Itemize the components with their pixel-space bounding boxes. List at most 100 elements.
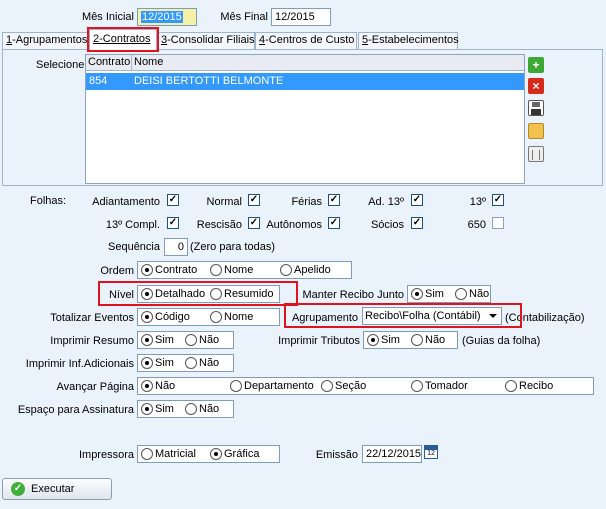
ordem-apelido-radio[interactable]: Apelido (280, 264, 331, 278)
autonomos-checkbox[interactable]: ✓ (328, 217, 340, 229)
totalizar-radio-group: Código Nome (137, 308, 280, 326)
ordem-nome-radio[interactable]: Nome (210, 264, 253, 278)
manter-recibo-nao-radio[interactable]: Não (455, 288, 489, 302)
avancar-secao-radio[interactable]: Seção (321, 380, 366, 394)
ordem-label: Ordem (100, 265, 134, 277)
row-contrato: 854 (89, 75, 108, 87)
folha-label: Rescisão (196, 219, 242, 231)
totalizar-codigo-radio[interactable]: Código (141, 311, 190, 325)
contratos-grid[interactable]: Contrato Nome 854 DEISI BERTOTTI BELMONT… (85, 54, 525, 184)
rescisao-checkbox[interactable]: ✓ (248, 217, 260, 229)
folder-open-icon[interactable] (528, 123, 544, 139)
avancar-departamento-radio[interactable]: Departamento (230, 380, 314, 394)
adiantamento-checkbox[interactable]: ✓ (167, 194, 179, 206)
add-icon[interactable]: + (528, 57, 544, 73)
executar-button[interactable]: ✓ Executar (2, 478, 112, 500)
save-icon[interactable] (528, 100, 544, 116)
radio-dot (280, 264, 292, 276)
imprimir-tributos-radio-group: Sim Não (363, 331, 458, 349)
mes-inicial-value: 12/2015 (141, 11, 183, 23)
tab-agrupamentos[interactable]: 1-Agrupamentos (2, 32, 88, 49)
socios-checkbox[interactable]: ✓ (411, 217, 423, 229)
espaco-label: Espaço para Assinatura (17, 404, 134, 416)
decimo-compl-checkbox[interactable]: ✓ (167, 217, 179, 229)
calendar-icon[interactable]: 12 (424, 445, 438, 459)
ordem-contrato-radio[interactable]: Contrato (141, 264, 197, 278)
radio-label: Sim (155, 403, 174, 415)
radio-label: Recibo (519, 380, 554, 392)
imprimir-resumo-sim-radio[interactable]: Sim (141, 334, 174, 348)
imprimir-tributos-label: Imprimir Tributos (278, 335, 360, 347)
mes-inicial-input[interactable]: 12/2015 (137, 8, 197, 26)
tab-label: -Centros de Custo (265, 34, 355, 46)
emissao-label: Emissão (315, 449, 358, 461)
impressora-grafica-radio[interactable]: Gráfica (210, 448, 259, 462)
emissao-input[interactable]: 22/12/2015 (362, 445, 422, 463)
ferias-checkbox[interactable]: ✓ (328, 194, 340, 206)
folha-label: Ad. 13º (368, 196, 404, 208)
imprimir-inf-sim-radio[interactable]: Sim (141, 357, 174, 371)
radio-label: Resumido (224, 288, 274, 300)
normal-checkbox[interactable]: ✓ (248, 194, 260, 206)
nivel-label: Nível (108, 289, 134, 301)
avancar-tomador-radio[interactable]: Tomador (411, 380, 468, 394)
650-checkbox[interactable] (492, 217, 504, 229)
decimo-terceiro-checkbox[interactable]: ✓ (492, 194, 504, 206)
radio-label: Tomador (425, 380, 468, 392)
imprimir-tributos-nao-radio[interactable]: Não (411, 334, 445, 348)
folha-label: Autônomos (266, 219, 322, 231)
manter-recibo-sim-radio[interactable]: Sim (411, 288, 444, 302)
radio-dot (185, 403, 197, 415)
imprimir-tributos-suffix: (Guias da folha) (462, 335, 541, 347)
avancar-recibo-radio[interactable]: Recibo (505, 380, 553, 394)
radio-label: Detalhado (155, 288, 206, 300)
folha-label: 13º Compl. (105, 219, 160, 231)
calendar-icon-text: 12 (427, 450, 435, 457)
selecione-label: Selecione (36, 59, 85, 71)
radio-label: Sim (425, 288, 444, 300)
tab-contratos[interactable]: 2-Contratos (89, 29, 157, 50)
nivel-detalhado-radio[interactable]: Detalhado (141, 288, 205, 302)
espaco-sim-radio[interactable]: Sim (141, 403, 174, 417)
radio-label: Sim (381, 334, 400, 346)
nivel-radio-group: Detalhado Resumido (137, 285, 280, 303)
nivel-resumido-radio[interactable]: Resumido (210, 288, 274, 302)
ad13-checkbox[interactable]: ✓ (411, 194, 423, 206)
radio-dot (141, 311, 153, 323)
col-nome-header[interactable]: Nome (132, 55, 524, 71)
agrupamento-select[interactable]: Recibo\Folha (Contábil) (362, 307, 502, 325)
folhas-label: Folhas: (30, 195, 67, 207)
tab-estabelecimentos[interactable]: 5-Estabelecimentos (358, 32, 459, 49)
totalizar-nome-radio[interactable]: Nome (210, 311, 253, 325)
impressora-matricial-radio[interactable]: Matricial (141, 448, 196, 462)
folha-label: Normal (206, 196, 242, 208)
table-row[interactable]: 854 DEISI BERTOTTI BELMONTE (86, 73, 524, 90)
radio-label: Não (199, 357, 220, 369)
mes-final-input[interactable]: 12/2015 (271, 8, 331, 26)
imprimir-resumo-nao-radio[interactable]: Não (185, 334, 219, 348)
impressora-radio-group: Matricial Gráfica (137, 445, 280, 463)
agrupamento-label: Agrupamento (291, 312, 358, 324)
radio-dot (321, 380, 333, 392)
avancar-label: Avançar Página (56, 381, 134, 393)
agrupamento-suffix: (Contabilização) (505, 312, 585, 324)
imprimir-inf-nao-radio[interactable]: Não (185, 357, 219, 371)
trash-icon[interactable] (528, 146, 544, 162)
col-contrato-header[interactable]: Contrato (86, 55, 132, 71)
avancar-nao-radio[interactable]: Não (141, 380, 175, 394)
imprimir-resumo-radio-group: Sim Não (137, 331, 234, 349)
manter-recibo-label: Manter Recibo Junto (302, 289, 405, 301)
espaco-nao-radio[interactable]: Não (185, 403, 219, 417)
tab-label: -Estabelecimentos (368, 34, 459, 46)
imprimir-tributos-sim-radio[interactable]: Sim (367, 334, 400, 348)
tab-label: -Contratos (99, 33, 151, 45)
impressora-label: Impressora (78, 449, 134, 461)
tab-centros-de-custo[interactable]: 4-Centros de Custo (255, 32, 357, 49)
sequencia-input[interactable]: 0 (164, 238, 188, 256)
radio-dot (411, 380, 423, 392)
delete-icon[interactable]: × (528, 78, 544, 94)
folha-label: 13º (469, 196, 486, 208)
imprimir-inf-radio-group: Sim Não (137, 354, 234, 372)
tab-consolidar-filiais[interactable]: 3-Consolidar Filiais (157, 32, 255, 49)
radio-dot (455, 288, 467, 300)
